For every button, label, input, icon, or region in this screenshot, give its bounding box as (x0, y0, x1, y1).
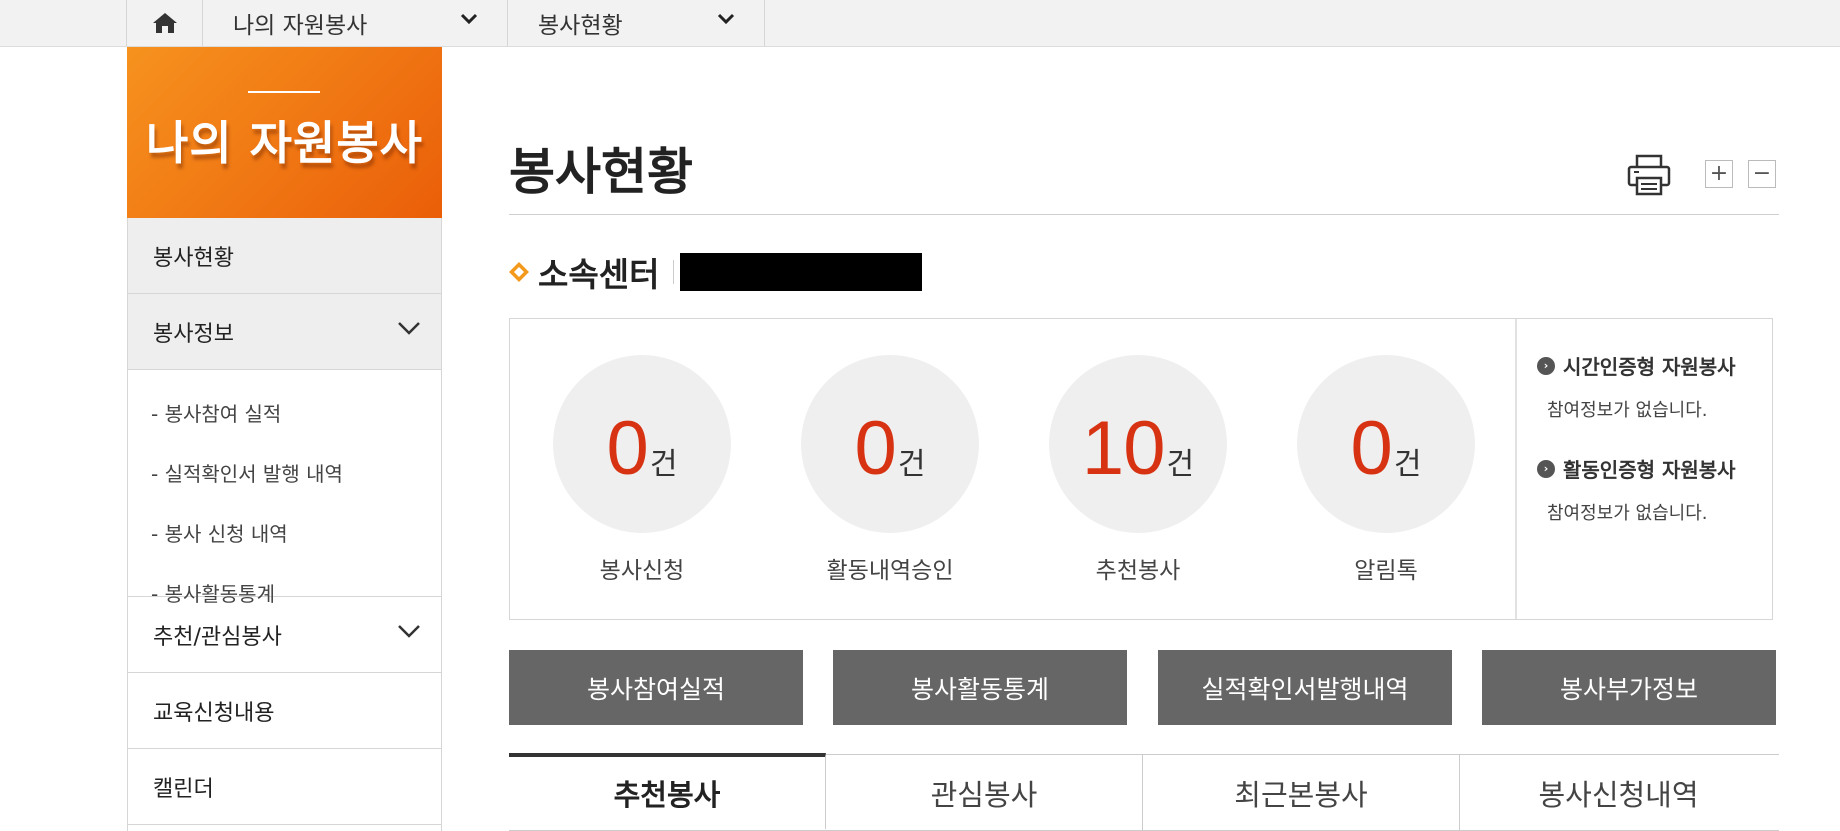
sidebar-item-status[interactable]: 봉사현황 (128, 218, 441, 294)
chevron-down-icon (717, 13, 735, 25)
sidebar-header: 나의 자원봉사 (127, 47, 442, 218)
tab-recently-viewed[interactable]: 최근본봉사 (1143, 755, 1460, 831)
submenu-item-certificate[interactable]: - 실적확인서 발행 내역 (128, 458, 441, 518)
stats-panel: 0 건 봉사신청 0 건 활동내역승인 10 건 추천봉사 0 건 알림톡 › … (509, 318, 1773, 620)
diamond-bullet-icon (509, 262, 529, 282)
tab-recommended[interactable]: 추천봉사 (509, 753, 826, 829)
certificate-history-button[interactable]: 실적확인서발행내역 (1158, 650, 1452, 725)
stat-value: 0 (854, 405, 897, 491)
activity-statistics-button[interactable]: 봉사활동통계 (833, 650, 1127, 725)
header-divider (248, 91, 320, 93)
submenu-item-application[interactable]: - 봉사 신청 내역 (128, 518, 441, 578)
info-text: 참여정보가 없습니다. (1547, 503, 1708, 524)
home-icon (152, 13, 177, 33)
stat-circle: 0 건 (1297, 355, 1475, 533)
stat-application[interactable]: 0 건 봉사신청 (553, 355, 731, 585)
center-separator (673, 260, 675, 284)
stat-value: 0 (606, 405, 649, 491)
stat-recommended[interactable]: 10 건 추천봉사 (1049, 355, 1227, 585)
print-button[interactable] (1627, 154, 1671, 196)
info-title: › 활동인증형 자원봉사 (1537, 454, 1772, 483)
stat-circle: 0 건 (801, 355, 979, 533)
info-time-based: › 시간인증형 자원봉사 참여정보가 없습니다. (1537, 351, 1772, 422)
zoom-out-button[interactable]: − (1748, 160, 1776, 188)
title-divider (509, 214, 1779, 215)
stat-value: 10 (1081, 405, 1166, 491)
zoom-in-button[interactable]: + (1705, 160, 1733, 188)
center-label: 소속센터 (538, 255, 660, 294)
info-title-label: 활동인증형 자원봉사 (1563, 458, 1736, 482)
breadcrumb-level1-label: 나의 자원봉사 (233, 13, 368, 39)
sidebar-item-volunteer-info[interactable]: 봉사정보 (128, 294, 441, 370)
tab-application-history[interactable]: 봉사신청내역 (1460, 755, 1777, 831)
breadcrumb-level2[interactable]: 봉사현황 (507, 0, 765, 46)
info-text: 참여정보가 없습니다. (1547, 400, 1708, 421)
center-row: 소속센터 (508, 252, 923, 294)
sidebar-item-education[interactable]: 교육신청내용 (128, 673, 441, 749)
sidebar-submenu: - 봉사참여 실적 - 실적확인서 발행 내역 - 봉사 신청 내역 - 봉사활… (128, 370, 441, 606)
arrow-circle-icon: › (1537, 459, 1555, 478)
info-activity-based: › 활동인증형 자원봉사 참여정보가 없습니다. (1537, 454, 1772, 525)
stat-unit: 건 (1166, 447, 1195, 482)
stat-circle: 10 건 (1049, 355, 1227, 533)
stat-unit: 건 (1393, 447, 1422, 482)
sidebar-item-label: 추천/관심봉사 (153, 624, 282, 650)
info-title: › 시간인증형 자원봉사 (1537, 351, 1772, 380)
sidebar-item-label: 봉사현황 (153, 245, 234, 271)
sidebar-menu: 봉사현황 봉사정보 - 봉사참여 실적 - 실적확인서 발행 내역 - 봉사 신… (127, 218, 442, 831)
chevron-down-icon (398, 625, 420, 638)
stat-label: 추천봉사 (1095, 558, 1181, 584)
breadcrumb-level1[interactable]: 나의 자원봉사 (202, 0, 507, 46)
participation-info: › 시간인증형 자원봉사 참여정보가 없습니다. › 활동인증형 자원봉사 참여… (1515, 319, 1772, 619)
tab-interested[interactable]: 관심봉사 (826, 755, 1143, 831)
chevron-down-icon (398, 322, 420, 335)
breadcrumb-bar: 나의 자원봉사 봉사현황 (0, 0, 1840, 47)
stat-label: 봉사신청 (599, 558, 685, 584)
stat-circle: 0 건 (553, 355, 731, 533)
sidebar-item-label: 교육신청내용 (153, 700, 275, 726)
stat-label: 활동내역승인 (826, 558, 954, 584)
stat-value: 0 (1350, 405, 1393, 491)
sidebar-item-recommended[interactable]: 추천/관심봉사 (128, 597, 441, 673)
sidebar-title: 나의 자원봉사 (146, 115, 423, 170)
stat-unit: 건 (649, 447, 678, 482)
sidebar-item-label: 캘린더 (153, 776, 214, 802)
center-name-redacted (680, 253, 923, 291)
home-button[interactable] (126, 0, 202, 46)
stat-approval[interactable]: 0 건 활동내역승인 (801, 355, 979, 585)
submenu-item-participation[interactable]: - 봉사참여 실적 (128, 398, 441, 458)
volunteer-tabs: 추천봉사 관심봉사 최근본봉사 봉사신청내역 (509, 753, 1779, 831)
printer-icon (1627, 154, 1671, 196)
sidebar-item-label: 봉사정보 (153, 321, 234, 347)
sidebar-item-calendar[interactable]: 캘린더 (128, 749, 441, 825)
chevron-down-icon (460, 13, 478, 25)
arrow-circle-icon: › (1537, 356, 1555, 375)
info-title-label: 시간인증형 자원봉사 (1563, 355, 1736, 379)
stat-unit: 건 (897, 447, 926, 482)
page-title: 봉사현황 (509, 143, 693, 201)
additional-info-button[interactable]: 봉사부가정보 (1482, 650, 1776, 725)
stats-counters: 0 건 봉사신청 0 건 활동내역승인 10 건 추천봉사 0 건 알림톡 (510, 319, 1515, 619)
breadcrumb-level2-label: 봉사현황 (538, 13, 623, 39)
stat-label: 알림톡 (1354, 558, 1418, 584)
participation-record-button[interactable]: 봉사참여실적 (509, 650, 803, 725)
stat-alimtalk[interactable]: 0 건 알림톡 (1297, 355, 1475, 585)
